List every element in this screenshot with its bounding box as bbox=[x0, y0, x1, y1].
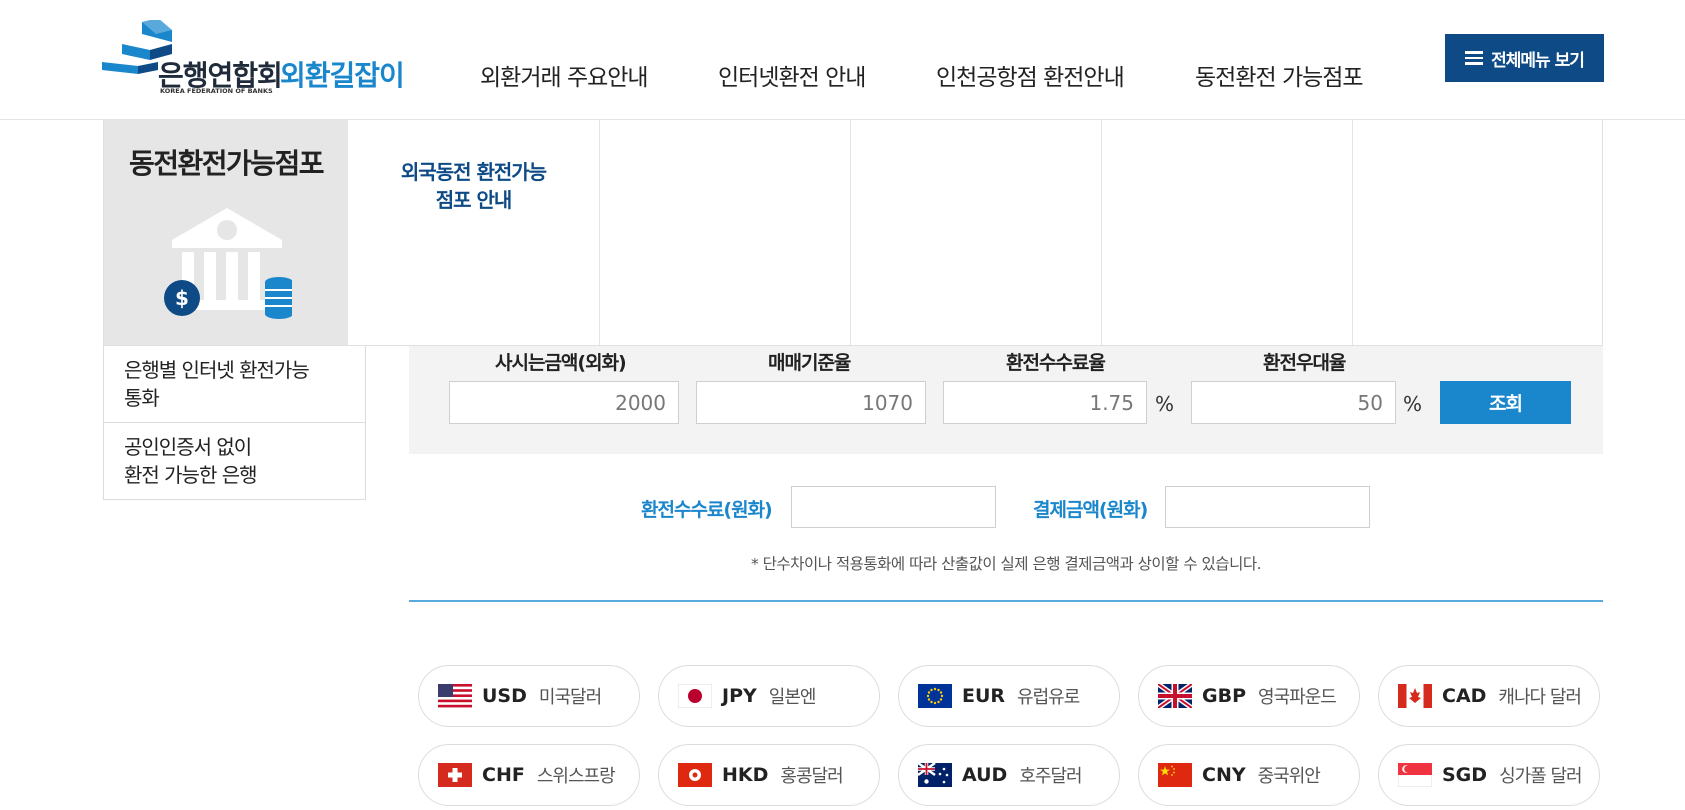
currency-button-sgd[interactable]: SGD 싱가폴 달러 bbox=[1378, 744, 1600, 806]
side-menu-item-line1: 공인인증서 없이 bbox=[124, 435, 252, 459]
preferential-rate-input[interactable] bbox=[1191, 381, 1396, 424]
currency-code: EUR bbox=[962, 685, 1006, 707]
site-logo[interactable]: 은행연합회 외환길잡이 KOREA FEDERATION OF BANKS bbox=[102, 20, 412, 98]
au-flag-icon bbox=[918, 763, 952, 787]
cn-flag-icon bbox=[1158, 763, 1192, 787]
submenu-col-3 bbox=[851, 120, 1102, 345]
amount-input[interactable] bbox=[449, 381, 679, 424]
currency-code: JPY bbox=[722, 685, 757, 707]
currency-button-cny[interactable]: CNY 중국위안 bbox=[1138, 744, 1360, 806]
currency-code: GBP bbox=[1202, 685, 1247, 707]
svg-text:$: $ bbox=[175, 286, 189, 310]
calculation-results: 환전수수료(원화) 결제금액(원화) bbox=[641, 486, 1370, 528]
nav-item-incheon-airport[interactable]: 인천공항점 환전안내 bbox=[936, 58, 1125, 92]
field-label-base-rate: 매매기준율 bbox=[768, 352, 851, 374]
submenu-link-coin-branches[interactable]: 외국동전 환전가능 점포 안내 bbox=[348, 158, 599, 214]
side-menu: 은행별 인터넷 환전가능 통화 공인인증서 없이 환전 가능한 은행 bbox=[103, 346, 366, 500]
currency-button-chf[interactable]: CHF 스위스프랑 bbox=[418, 744, 640, 806]
submenu-link-line2: 점포 안내 bbox=[435, 188, 513, 212]
payment-result-field[interactable] bbox=[1165, 486, 1370, 528]
currency-name: 호주달러 bbox=[1019, 766, 1082, 787]
currency-button-aud[interactable]: AUD 호주달러 bbox=[898, 744, 1120, 806]
side-menu-item-line2: 통화 bbox=[124, 386, 160, 410]
field-label-amount: 사시는금액(외화) bbox=[495, 352, 627, 374]
currency-button-hkd[interactable]: HKD 홍콩달러 bbox=[658, 744, 880, 806]
fee-result-label: 환전수수료(원화) bbox=[641, 499, 773, 521]
payment-result-label: 결제금액(원화) bbox=[1033, 499, 1148, 521]
nav-item-internet-exchange[interactable]: 인터넷환전 안내 bbox=[718, 58, 866, 92]
side-menu-item-no-cert-banks[interactable]: 공인인증서 없이 환전 가능한 은행 bbox=[104, 423, 365, 499]
currency-name: 홍콩달러 bbox=[780, 766, 843, 787]
hk-flag-icon bbox=[678, 763, 712, 787]
jp-flag-icon bbox=[678, 684, 712, 708]
currency-name: 일본엔 bbox=[768, 687, 817, 708]
currency-name: 스위스프랑 bbox=[536, 766, 616, 787]
hamburger-icon bbox=[1465, 51, 1484, 65]
submenu-col-5 bbox=[1353, 120, 1603, 345]
side-menu-item-line1: 은행별 인터넷 환전가능 bbox=[124, 358, 310, 382]
currency-code: CAD bbox=[1442, 685, 1487, 707]
ch-flag-icon bbox=[438, 763, 472, 787]
submenu-title-box: 동전환전가능점포 $ bbox=[104, 120, 348, 345]
currency-button-eur[interactable]: EUR 유럽유로 bbox=[898, 665, 1120, 727]
ca-flag-icon bbox=[1398, 684, 1432, 708]
currency-code: CHF bbox=[482, 764, 525, 786]
currency-name: 싱가폴 달러 bbox=[1499, 766, 1583, 787]
submenu-title: 동전환전가능점포 bbox=[128, 147, 325, 180]
field-label-preferential-rate: 환전우대율 bbox=[1263, 352, 1346, 374]
field-label-fee-rate: 환전수수료율 bbox=[1006, 352, 1106, 374]
nav-item-forex-guide[interactable]: 외환거래 주요안내 bbox=[480, 58, 649, 92]
currency-code: USD bbox=[482, 685, 527, 707]
bank-icon: $ bbox=[164, 208, 292, 319]
side-menu-item-bank-currencies[interactable]: 은행별 인터넷 환전가능 통화 bbox=[104, 346, 365, 423]
currency-name: 중국위안 bbox=[1257, 766, 1321, 787]
fee-rate-input[interactable] bbox=[943, 381, 1147, 424]
logo-text-secondary: 외환길잡이 bbox=[280, 59, 405, 92]
preferential-rate-unit: % bbox=[1403, 392, 1423, 416]
calculator-note: * 단수차이나 적용통화에 따라 산출값이 실제 은행 결제금액과 상이할 수 … bbox=[750, 555, 1262, 573]
currency-button-usd[interactable]: USD 미국달러 bbox=[418, 665, 640, 727]
currency-name: 미국달러 bbox=[538, 687, 602, 708]
nav-item-coin-exchange[interactable]: 동전환전 가능점포 bbox=[1195, 58, 1364, 92]
eu-flag-icon bbox=[918, 684, 952, 708]
submenu-panel: 동전환전가능점포 $ 외국동전 환전가능 점포 안내 bbox=[103, 120, 1603, 346]
sg-flag-icon bbox=[1398, 763, 1432, 787]
currency-code: CNY bbox=[1202, 764, 1246, 786]
currency-code: AUD bbox=[962, 764, 1008, 786]
base-rate-input[interactable] bbox=[696, 381, 926, 424]
currency-button-jpy[interactable]: JPY 일본엔 bbox=[658, 665, 880, 727]
submenu-col-2 bbox=[600, 120, 851, 345]
us-flag-icon bbox=[438, 684, 472, 708]
logo-subtitle: KOREA FEDERATION OF BANKS bbox=[160, 87, 273, 95]
side-menu-item-line2: 환전 가능한 은행 bbox=[124, 463, 258, 487]
all-menu-label: 전체메뉴 보기 bbox=[1491, 50, 1585, 71]
currency-code: SGD bbox=[1442, 764, 1488, 786]
submenu-col-4 bbox=[1102, 120, 1353, 345]
gb-flag-icon bbox=[1158, 684, 1192, 708]
section-divider bbox=[409, 600, 1603, 602]
fee-rate-unit: % bbox=[1155, 392, 1175, 416]
currency-name: 영국파운드 bbox=[1258, 687, 1337, 708]
currency-button-gbp[interactable]: GBP 영국파운드 bbox=[1138, 665, 1360, 727]
fee-result-field[interactable] bbox=[791, 486, 996, 528]
currency-name: 캐나다 달러 bbox=[1498, 687, 1582, 708]
submenu-link-line1: 외국동전 환전가능 bbox=[400, 160, 547, 184]
all-menu-button[interactable]: 전체메뉴 보기 bbox=[1445, 34, 1604, 82]
currency-button-cad[interactable]: CAD 캐나다 달러 bbox=[1378, 665, 1600, 727]
currency-name: 유럽유로 bbox=[1017, 687, 1080, 708]
currency-code: HKD bbox=[722, 764, 769, 786]
submenu-col-1: 외국동전 환전가능 점포 안내 bbox=[348, 120, 600, 345]
lookup-button[interactable]: 조회 bbox=[1440, 381, 1571, 424]
exchange-calculator: 사시는금액(외화) 매매기준율 환전수수료율 환전우대율 % % 조회 bbox=[409, 346, 1603, 454]
site-header: 은행연합회 외환길잡이 KOREA FEDERATION OF BANKS 외환… bbox=[0, 0, 1685, 120]
